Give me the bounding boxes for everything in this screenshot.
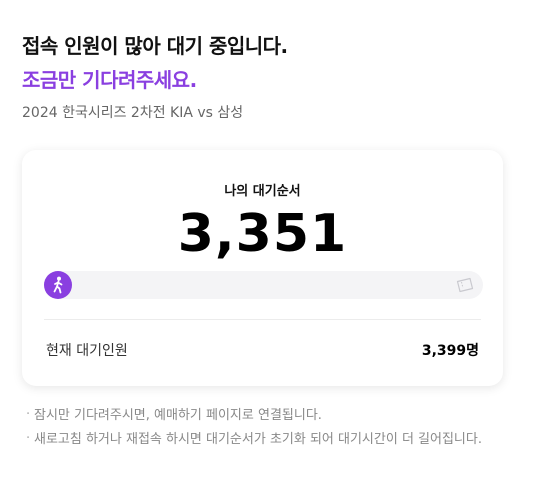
notice-list: 잠시만 기다려주시면, 예매하기 페이지로 연결됩니다. 새로고침 하거나 재접… — [26, 403, 506, 452]
waiting-subheadline: 조금만 기다려주세요. — [22, 68, 197, 92]
notice-item: 잠시만 기다려주시면, 예매하기 페이지로 연결됩니다. — [26, 403, 506, 428]
queue-position-label: 나의 대기순서 — [224, 184, 301, 199]
ticket-icon — [456, 277, 474, 293]
runner-icon — [44, 271, 72, 299]
match-title: 2024 한국시리즈 2차전 KIA vs 삼성 — [22, 105, 244, 121]
queue-progress-bar — [44, 271, 483, 299]
card-divider — [44, 319, 481, 320]
total-waiting-count: 3,399명 — [421, 343, 479, 359]
notice-item: 새로고침 하거나 재접속 하시면 대기순서가 초기화 되어 대기시간이 더 길어… — [26, 427, 506, 452]
queue-position-number: 3,351 — [177, 204, 348, 264]
queue-card: 나의 대기순서 3,351 현재 대기인원 3,399명 — [22, 150, 503, 386]
waiting-headline: 접속 인원이 많아 대기 중입니다. — [22, 34, 288, 58]
total-waiting-label: 현재 대기인원 — [46, 343, 128, 359]
